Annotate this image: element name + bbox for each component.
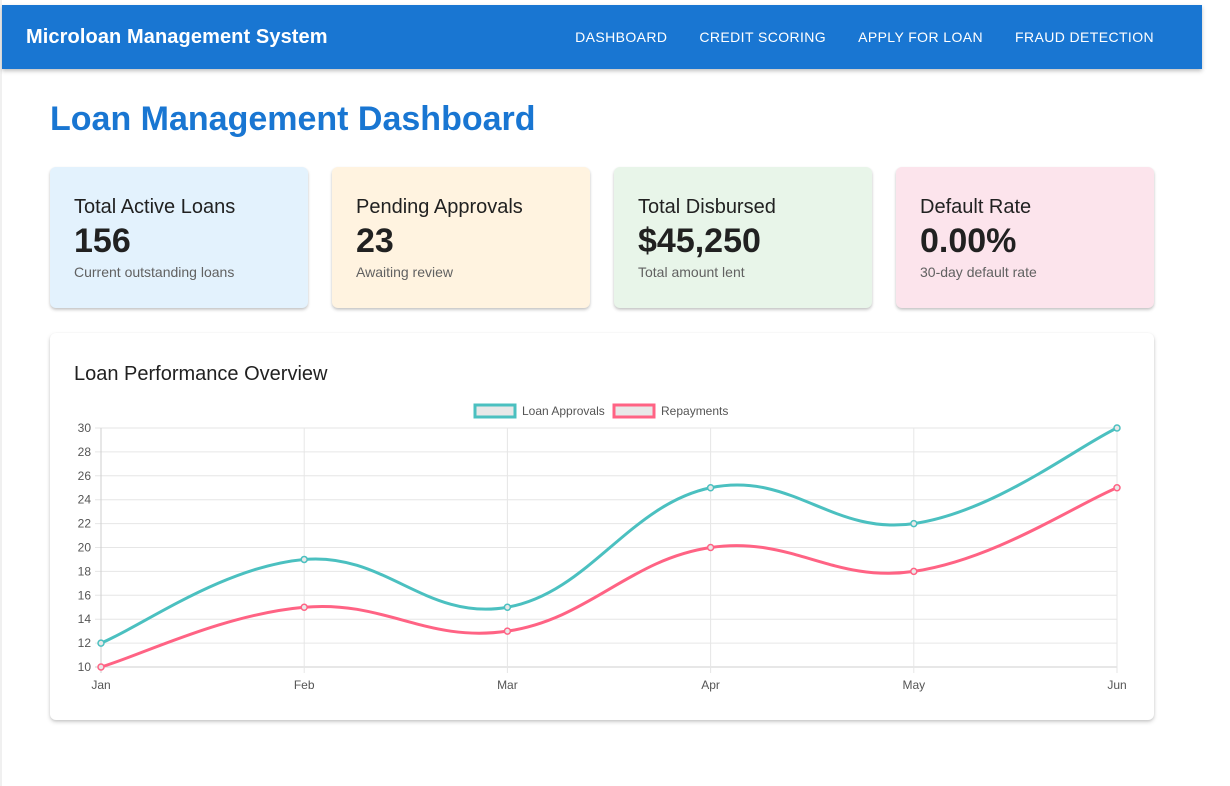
stat-card-pending-approvals: Pending Approvals 23 Awaiting review	[332, 167, 590, 308]
stat-value: 0.00%	[920, 222, 1017, 260]
y-tick-label: 20	[78, 541, 92, 555]
nav-fraud-detection[interactable]: FRAUD DETECTION	[1007, 23, 1162, 51]
legend-swatch	[473, 403, 517, 419]
x-tick-label: Jun	[1107, 678, 1126, 692]
data-point	[503, 627, 512, 635]
y-tick-label: 18	[78, 564, 92, 578]
app-bar: Microloan Management System DASHBOARD CR…	[2, 5, 1202, 69]
data-point	[300, 555, 308, 564]
y-tick-label: 28	[78, 445, 92, 459]
page-title: Loan Management Dashboard	[50, 100, 536, 138]
app-title: Microloan Management System	[26, 25, 328, 48]
x-tick-label: Jan	[91, 678, 110, 692]
stat-title: Default Rate	[920, 196, 1032, 218]
nav-dashboard[interactable]: DASHBOARD	[567, 23, 675, 51]
stat-subtitle: 30-day default rate	[920, 264, 1037, 280]
legend-label: Repayments	[661, 404, 728, 418]
y-tick-label: 12	[78, 636, 92, 650]
series-line-repayments	[100, 486, 1118, 669]
data-point	[300, 603, 308, 611]
legend-label: Loan Approvals	[522, 404, 605, 418]
series-line-loan-approvals	[100, 426, 1118, 645]
stat-value: $45,250	[638, 222, 761, 260]
data-point	[706, 543, 715, 552]
nav-apply-for-loan[interactable]: APPLY FOR LOAN	[850, 23, 991, 51]
stat-subtitle: Current outstanding loans	[74, 264, 235, 280]
y-tick-label: 24	[78, 493, 92, 507]
data-point	[910, 567, 918, 576]
y-tick-label: 26	[78, 469, 92, 483]
data-point	[706, 484, 715, 492]
stat-card-active-loans: Total Active Loans 156 Current outstandi…	[50, 167, 308, 308]
x-tick-label: Apr	[701, 678, 720, 692]
stat-title: Pending Approvals	[356, 196, 523, 218]
loan-performance-chart: 10 12 14 16 18 20 22 24 26 28 30 Jan Feb Mar Apr May Jun…	[78, 403, 1127, 692]
x-tick-label: Feb	[294, 678, 315, 692]
data-point	[910, 519, 918, 528]
data-point	[1113, 484, 1121, 492]
data-point	[1113, 424, 1121, 432]
stat-card-default-rate: Default Rate 0.00% 30-day default rate	[896, 167, 1154, 308]
stat-value: 156	[74, 222, 131, 260]
y-tick-label: 22	[78, 517, 92, 531]
data-point	[503, 603, 512, 611]
main-nav: DASHBOARD CREDIT SCORING APPLY FOR LOAN …	[551, 5, 1162, 69]
window-edge	[0, 0, 2, 786]
data-point	[97, 663, 105, 671]
stat-subtitle: Awaiting review	[356, 264, 454, 280]
y-tick-label: 14	[78, 612, 92, 626]
stat-card-total-disbursed: Total Disbursed $45,250 Total amount len…	[614, 167, 872, 308]
stat-title: Total Active Loans	[74, 196, 236, 218]
x-tick-label: Mar	[497, 678, 518, 692]
stat-subtitle: Total amount lent	[638, 264, 745, 280]
x-tick-label: May	[902, 678, 925, 692]
y-tick-label: 10	[78, 660, 92, 674]
legend-swatch	[612, 403, 656, 419]
data-point	[97, 639, 105, 647]
y-tick-label: 16	[78, 588, 92, 602]
nav-credit-scoring[interactable]: CREDIT SCORING	[691, 23, 834, 51]
stat-title: Total Disbursed	[638, 196, 776, 218]
y-tick-label: 30	[78, 421, 92, 435]
loan-performance-chart-card: Loan Performance Overview 10 12 14 16 18 20 22…	[50, 333, 1154, 720]
stat-value: 23	[356, 222, 394, 260]
stats-cards: Total Active Loans 156 Current outstandi…	[50, 167, 1154, 308]
